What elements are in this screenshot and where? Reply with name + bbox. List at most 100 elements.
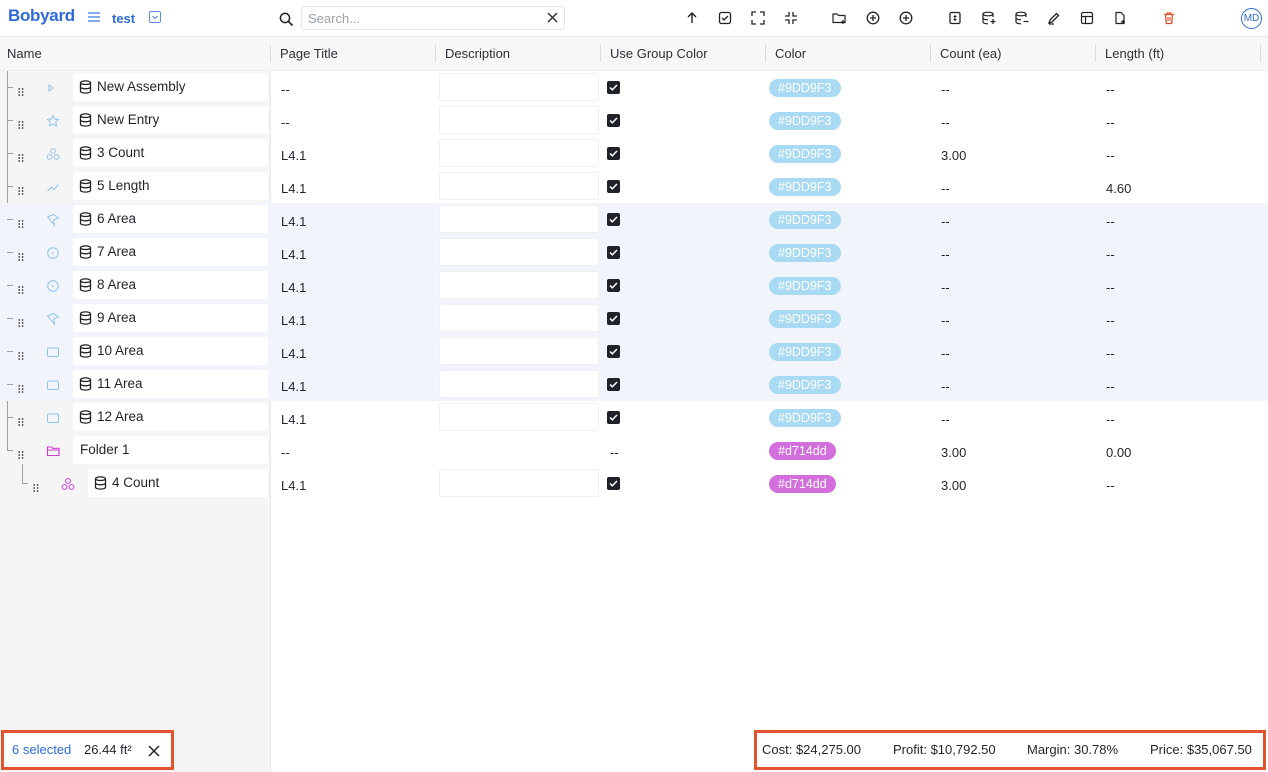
use-group-color-checkbox[interactable]	[607, 213, 620, 226]
use-group-color-checkbox[interactable]	[607, 411, 620, 424]
column-header-use-group-color[interactable]: Use Group Color	[610, 37, 708, 70]
color-badge[interactable]: #9DD9F3	[769, 211, 841, 229]
name-cell[interactable]: 6 Area	[73, 205, 268, 233]
name-cell[interactable]: New Assembly	[73, 73, 268, 101]
name-cell[interactable]: 5 Length	[73, 172, 268, 200]
collapse-icon[interactable]	[782, 9, 800, 27]
page-title-cell[interactable]: L4.1	[281, 278, 306, 298]
use-group-color-checkbox[interactable]	[607, 147, 620, 160]
color-badge[interactable]: #d714dd	[769, 475, 836, 493]
description-cell[interactable]	[439, 139, 599, 167]
search-input[interactable]	[301, 6, 565, 30]
color-badge[interactable]: #9DD9F3	[769, 376, 841, 394]
column-header-description[interactable]: Description	[445, 37, 510, 70]
use-group-color-checkbox[interactable]	[607, 312, 620, 325]
description-cell[interactable]	[439, 172, 599, 200]
name-cell[interactable]: Folder 1	[73, 436, 268, 464]
project-name[interactable]: test	[112, 11, 135, 26]
description-cell[interactable]	[439, 271, 599, 299]
drag-handle-icon[interactable]	[18, 282, 24, 297]
drag-handle-icon[interactable]	[33, 480, 39, 495]
column-resize-handle[interactable]	[435, 45, 436, 62]
drag-handle-icon[interactable]	[18, 216, 24, 231]
description-cell[interactable]	[439, 337, 599, 365]
name-cell[interactable]: 4 Count	[88, 469, 268, 497]
use-group-color-checkbox[interactable]	[607, 477, 620, 490]
hamburger-menu-icon[interactable]	[87, 10, 101, 24]
description-cell[interactable]	[439, 106, 599, 134]
table-add-icon[interactable]	[1078, 9, 1096, 27]
color-badge[interactable]: #9DD9F3	[769, 277, 841, 295]
use-group-color-checkbox[interactable]	[607, 246, 620, 259]
drag-handle-icon[interactable]	[18, 315, 24, 330]
drag-handle-icon[interactable]	[18, 447, 24, 462]
color-badge[interactable]: #9DD9F3	[769, 178, 841, 196]
cost-sheet-icon[interactable]	[946, 9, 964, 27]
check-square-icon[interactable]	[716, 9, 734, 27]
drag-handle-icon[interactable]	[18, 381, 24, 396]
add-circle-alt-icon[interactable]	[897, 9, 915, 27]
column-resize-handle[interactable]	[1260, 45, 1261, 62]
use-group-color-checkbox[interactable]	[607, 114, 620, 127]
add-circle-icon[interactable]	[864, 9, 882, 27]
name-cell[interactable]: 8 Area	[73, 271, 268, 299]
name-cell[interactable]: 7 Area	[73, 238, 268, 266]
description-cell[interactable]	[439, 73, 599, 101]
color-badge[interactable]: #9DD9F3	[769, 409, 841, 427]
page-title-cell[interactable]: L4.1	[281, 476, 306, 496]
page-title-cell[interactable]: L4.1	[281, 410, 306, 430]
folder-add-icon[interactable]	[830, 9, 848, 27]
drag-handle-icon[interactable]	[18, 183, 24, 198]
column-resize-handle[interactable]	[600, 45, 601, 62]
clear-selection-icon[interactable]	[147, 744, 161, 761]
column-header-count[interactable]: Count (ea)	[940, 37, 1001, 70]
description-cell[interactable]	[439, 469, 599, 497]
page-title-cell[interactable]: L4.1	[281, 344, 306, 364]
file-add-icon[interactable]	[1111, 9, 1129, 27]
description-cell[interactable]	[439, 370, 599, 398]
drag-handle-icon[interactable]	[18, 117, 24, 132]
name-cell[interactable]: 12 Area	[73, 403, 268, 431]
edit-icon[interactable]	[1045, 9, 1063, 27]
page-title-cell[interactable]: L4.1	[281, 179, 306, 199]
drag-handle-icon[interactable]	[18, 414, 24, 429]
color-badge[interactable]: #9DD9F3	[769, 244, 841, 262]
color-badge[interactable]: #9DD9F3	[769, 79, 841, 97]
description-cell[interactable]: --	[610, 443, 619, 463]
page-title-cell[interactable]: L4.1	[281, 146, 306, 166]
page-title-cell[interactable]: --	[281, 80, 290, 100]
name-cell[interactable]: 3 Count	[73, 139, 268, 167]
clear-search-icon[interactable]	[546, 11, 559, 27]
column-resize-handle[interactable]	[1095, 45, 1096, 62]
expand-icon[interactable]	[749, 9, 767, 27]
color-badge[interactable]: #9DD9F3	[769, 310, 841, 328]
use-group-color-checkbox[interactable]	[607, 345, 620, 358]
column-header-length[interactable]: Length (ft)	[1105, 37, 1164, 70]
column-resize-handle[interactable]	[270, 45, 271, 62]
description-cell[interactable]	[439, 304, 599, 332]
color-badge[interactable]: #d714dd	[769, 442, 836, 460]
drag-handle-icon[interactable]	[18, 150, 24, 165]
column-resize-handle[interactable]	[930, 45, 931, 62]
user-avatar[interactable]: MD	[1241, 8, 1262, 29]
color-badge[interactable]: #9DD9F3	[769, 112, 841, 130]
project-dropdown-icon[interactable]	[149, 11, 161, 23]
name-cell[interactable]: New Entry	[73, 106, 268, 134]
color-badge[interactable]: #9DD9F3	[769, 343, 841, 361]
column-header-name[interactable]: Name	[7, 37, 42, 70]
name-cell[interactable]: 11 Area	[73, 370, 268, 398]
name-cell[interactable]: 10 Area	[73, 337, 268, 365]
drag-handle-icon[interactable]	[18, 84, 24, 99]
drag-handle-icon[interactable]	[18, 348, 24, 363]
selected-count[interactable]: 6 selected	[12, 742, 71, 757]
use-group-color-checkbox[interactable]	[607, 279, 620, 292]
page-title-cell[interactable]: L4.1	[281, 377, 306, 397]
add-row-icon[interactable]	[979, 9, 997, 27]
page-title-cell[interactable]: L4.1	[281, 212, 306, 232]
column-header-color[interactable]: Color	[775, 37, 806, 70]
page-title-cell[interactable]: --	[281, 443, 290, 463]
name-cell[interactable]: 9 Area	[73, 304, 268, 332]
description-cell[interactable]	[439, 238, 599, 266]
color-badge[interactable]: #9DD9F3	[769, 145, 841, 163]
app-logo[interactable]: Bobyard	[8, 6, 75, 26]
